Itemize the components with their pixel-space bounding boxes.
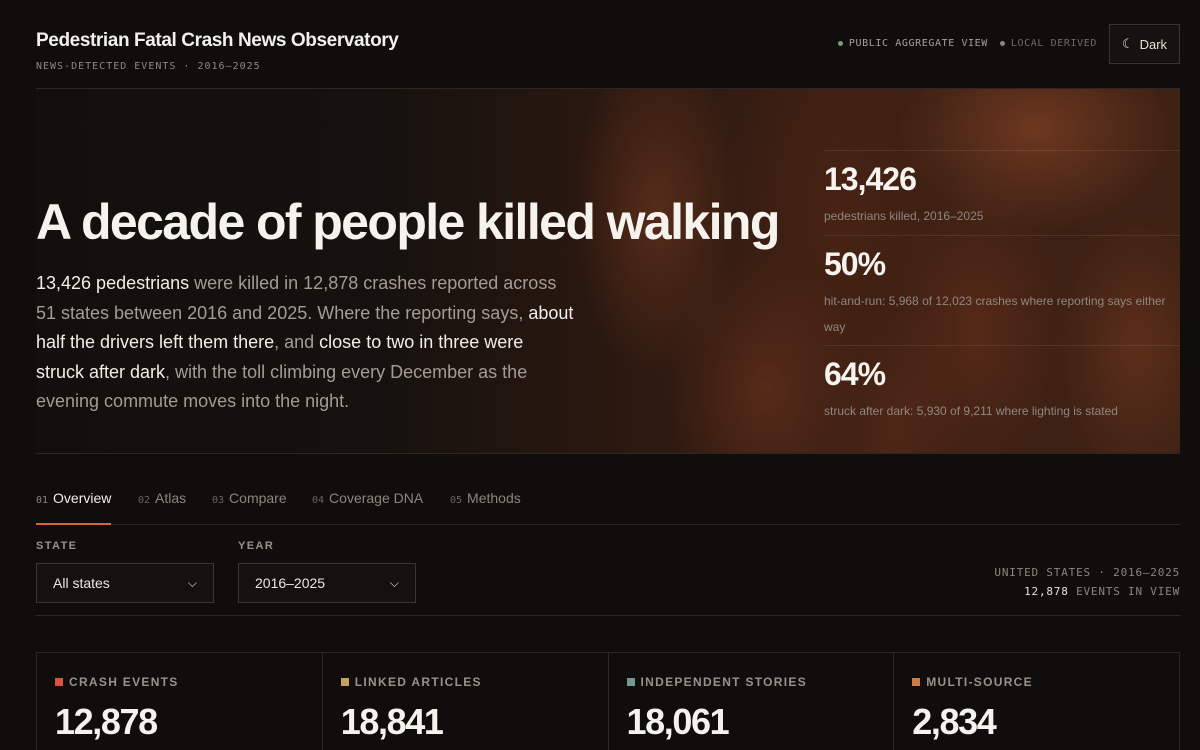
status-public: PUBLIC AGGREGATE VIEW [837,38,988,49]
kpi-label-text: LINKED ARTICLES [354,675,482,689]
status-local: LOCAL DERIVED [999,38,1097,49]
status-local-label: LOCAL DERIVED [1010,38,1097,49]
tab-label: Methods [467,490,521,506]
view-summary: UNITED STATES · 2016–2025 12,878 EVENTS … [994,563,1180,601]
tab-number: 02 [138,495,151,506]
state-filter-label: STATE [36,540,78,552]
filter-bar: STATE All states ⌵ YEAR 2016–2025 ⌵ UNIT… [36,525,1180,616]
kpi-independent-stories: INDEPENDENT STORIES 18,061 [609,653,895,750]
hero-title: A decade of people killed walking [36,194,780,250]
tab-number: 05 [450,495,463,506]
section-tabs: 01 Overview 02 Atlas 03 Compare 04 Coverage … [36,478,1180,525]
legend-square-icon [626,678,635,686]
stat-label: pedestrians killed, 2016–2025 [824,209,984,223]
hero-summary: 13,426 pedestrians were killed in 12,878… [36,269,576,417]
kpi-cards: CRASH EVENTS 12,878 LINKED ARTICLES 18,8… [36,652,1180,750]
site-title: Pedestrian Fatal Crash News Observatory [36,30,399,51]
tab-atlas[interactable]: 02 Atlas [138,490,186,525]
year-filter-label: YEAR [238,540,275,552]
stat-value: 64% [824,356,886,392]
tab-label: Coverage DNA [329,490,424,506]
tab-label: Atlas [155,490,187,506]
kpi-label: INDEPENDENT STORIES [626,675,808,689]
kpi-label-text: MULTI-SOURCE [926,675,1033,689]
kpi-value: 2,834 [912,701,996,742]
kpi-value: 18,061 [626,701,730,742]
stat-label: hit-and-run: 5,968 of 12,023 crashes whe… [824,294,1166,334]
site-subtitle: NEWS-DETECTED EVENTS · 2016–2025 [36,61,261,72]
tab-coverage-dna[interactable]: 04 Coverage DNA [312,490,423,525]
stat-value: 50% [824,246,886,282]
view-count: 12,878 [1024,585,1069,598]
year-select-value: 2016–2025 [255,575,326,591]
state-select[interactable]: All states ⌵ [36,563,214,603]
stat-value: 13,426 [824,161,917,197]
legend-square-icon [340,678,349,686]
chevron-down-icon: ⌵ [187,575,197,590]
hero-stats: 13,426 pedestrians killed, 2016–2025 50%… [824,89,1180,453]
view-count-line: 12,878 EVENTS IN VIEW [994,582,1180,601]
stat-label: struck after dark: 5,930 of 9,211 where … [824,404,1118,418]
kpi-label: CRASH EVENTS [55,675,179,689]
tab-overview[interactable]: 01 Overview [36,490,112,525]
kpi-label-text: CRASH EVENTS [69,675,179,689]
stat-pedestrians-killed: 13,426 pedestrians killed, 2016–2025 [824,150,1180,223]
tab-compare[interactable]: 03 Compare [212,490,287,525]
kpi-label: MULTI-SOURCE [912,675,1033,689]
kpi-linked-articles: LINKED ARTICLES 18,841 [323,653,609,750]
status-dot-icon [837,41,843,46]
stat-after-dark: 64% struck after dark: 5,930 of 9,211 wh… [824,345,1180,418]
state-select-value: All states [53,575,110,591]
hero-highlight: 13,426 pedestrians [36,273,190,293]
hero-text: , and [274,332,320,352]
kpi-value: 18,841 [340,701,444,742]
tab-label: Overview [53,490,112,506]
legend-square-icon [55,678,63,686]
stat-hit-and-run: 50% hit-and-run: 5,968 of 12,023 crashes… [824,235,1180,334]
status-dot-icon [999,41,1005,46]
moon-icon: ☾ [1121,36,1134,51]
status-indicators: PUBLIC AGGREGATE VIEW LOCAL DERIVED [837,38,1097,49]
hero: A decade of people killed walking 13,426… [36,88,1180,454]
kpi-label-text: INDEPENDENT STORIES [640,675,808,689]
theme-toggle-label: Dark [1139,36,1168,52]
tab-number: 03 [212,495,225,506]
site-header: Pedestrian Fatal Crash News Observatory … [36,24,1180,88]
kpi-crash-events: CRASH EVENTS 12,878 [37,653,323,750]
view-scope: UNITED STATES · 2016–2025 [994,566,1180,579]
tab-number: 04 [312,495,325,506]
chevron-down-icon: ⌵ [389,575,399,590]
tab-number: 01 [36,495,49,506]
tab-label: Compare [229,490,287,506]
kpi-value: 12,878 [55,701,158,742]
tab-methods[interactable]: 05 Methods [450,490,521,525]
kpi-multi-source: MULTI-SOURCE 2,834 [894,653,1179,750]
view-count-suffix: EVENTS IN VIEW [1068,585,1180,598]
theme-toggle-button[interactable]: ☾ Dark [1109,24,1180,64]
kpi-label: LINKED ARTICLES [340,675,482,689]
year-select[interactable]: 2016–2025 ⌵ [238,563,416,603]
status-public-label: PUBLIC AGGREGATE VIEW [848,38,988,49]
legend-square-icon [912,678,921,686]
